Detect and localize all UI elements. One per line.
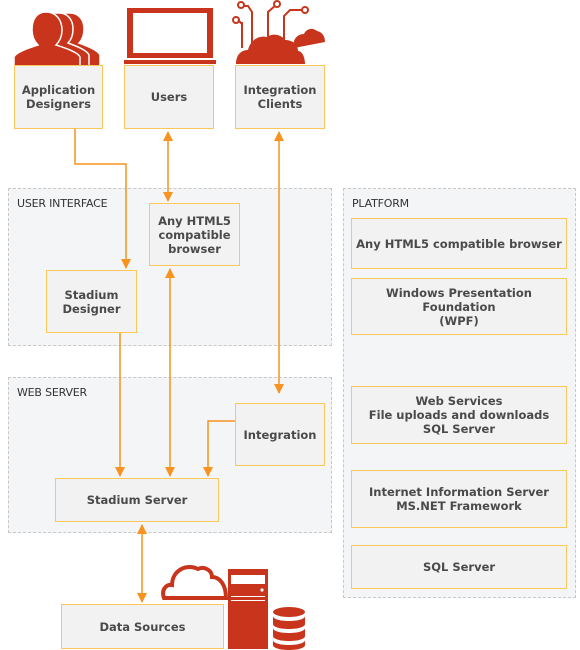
platform-item: Internet Information Server MS.NET Frame… [351,470,567,528]
stadium-designer-box: Stadium Designer [46,270,137,333]
platform-item: Web Services File uploads and downloads … [351,386,567,444]
panel-title: WEB SERVER [17,386,87,399]
users-box: Users [124,65,214,129]
platform-item: SQL Server [351,545,567,589]
integration-box: Integration [235,403,325,466]
cloud-circuit-icon [232,0,325,64]
html5-browser-box: Any HTML5 compatible browser [149,203,240,266]
data-sources-box: Data Sources [61,604,224,649]
panel-title: USER INTERFACE [17,197,108,210]
integration-clients-box: Integration Clients [235,65,325,129]
cloud-icon [161,565,229,600]
database-icon [273,607,305,650]
application-designers-box: Application Designers [14,65,103,129]
platform-item: Windows Presentation Foundation (WPF) [351,278,567,335]
people-icon [14,11,101,66]
laptop-icon [124,8,216,64]
panel-title: PLATFORM [352,197,409,210]
stadium-server-box: Stadium Server [55,478,219,522]
platform-item: Any HTML5 compatible browser [351,218,567,269]
server-tower-icon [228,569,268,649]
